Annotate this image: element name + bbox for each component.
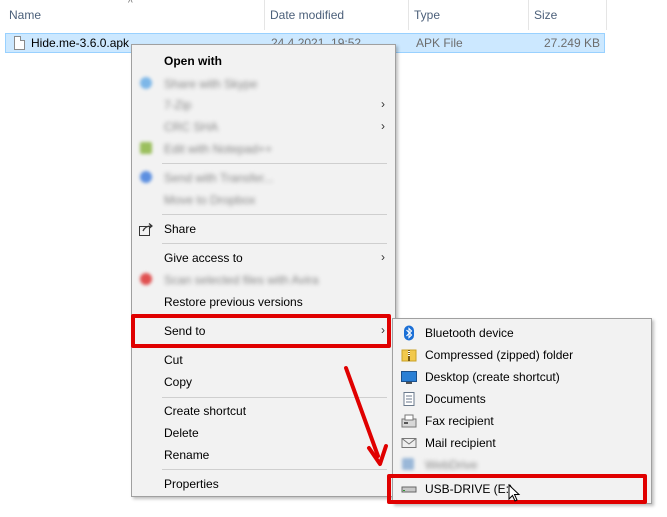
menu-separator bbox=[162, 163, 387, 164]
file-icon bbox=[14, 36, 25, 50]
submenu-item-label: Compressed (zipped) folder bbox=[425, 348, 574, 362]
menu-item-label: Edit with Notepad++ bbox=[164, 142, 273, 156]
menu-item-open-with[interactable]: Open with bbox=[132, 50, 395, 72]
sort-indicator-icon: ^ bbox=[128, 0, 133, 9]
column-header-bar: Name ^ Date modified Type Size bbox=[0, 0, 667, 30]
menu-item-label: Create shortcut bbox=[164, 404, 247, 418]
antivirus-icon bbox=[140, 273, 152, 285]
menu-item-label: Send with Transfer... bbox=[164, 171, 274, 185]
menu-item-blurred[interactable]: Edit with Notepad++ bbox=[132, 138, 395, 160]
menu-item-blurred[interactable]: Move to Dropbox bbox=[132, 189, 395, 211]
menu-item-label: Share bbox=[164, 222, 197, 236]
menu-item-label: 7-Zip bbox=[164, 98, 192, 112]
chevron-right-icon: › bbox=[381, 119, 385, 133]
submenu-item-label: Documents bbox=[425, 392, 486, 406]
chevron-right-icon: › bbox=[381, 97, 385, 111]
menu-item-label: Open with bbox=[164, 54, 222, 68]
drive-icon bbox=[402, 458, 414, 470]
file-name: Hide.me-3.6.0.apk bbox=[31, 36, 130, 50]
menu-item-share[interactable]: Share bbox=[132, 218, 395, 240]
submenu-item-mail[interactable]: Mail recipient bbox=[393, 432, 651, 454]
submenu-item-bluetooth[interactable]: Bluetooth device bbox=[393, 322, 651, 344]
bluetooth-icon bbox=[401, 325, 417, 341]
submenu-item-blurred[interactable]: WebDrive bbox=[393, 454, 651, 476]
submenu-item-label: Fax recipient bbox=[425, 414, 494, 428]
mail-icon bbox=[401, 435, 417, 451]
menu-item-label: Share with Skype bbox=[164, 77, 258, 91]
column-divider[interactable] bbox=[606, 0, 607, 30]
fax-icon bbox=[401, 413, 417, 429]
documents-icon bbox=[401, 391, 417, 407]
zip-folder-icon bbox=[401, 347, 417, 363]
submenu-item-label: Mail recipient bbox=[425, 436, 496, 450]
menu-item-give-access[interactable]: Give access to › bbox=[132, 247, 395, 269]
menu-item-label: Rename bbox=[164, 448, 210, 462]
notepad-icon bbox=[140, 142, 152, 154]
column-divider[interactable] bbox=[528, 0, 529, 30]
submenu-item-label: Bluetooth device bbox=[425, 326, 514, 340]
app-icon bbox=[140, 77, 152, 89]
menu-item-label: Give access to bbox=[164, 251, 243, 265]
menu-separator bbox=[162, 243, 387, 244]
menu-item-blurred[interactable]: Share with Skype bbox=[132, 73, 395, 95]
column-divider[interactable] bbox=[264, 0, 265, 30]
column-divider[interactable] bbox=[408, 0, 409, 30]
column-type-header[interactable]: Type bbox=[410, 0, 440, 30]
menu-item-label: Move to Dropbox bbox=[164, 193, 256, 207]
menu-item-label: CRC SHA bbox=[164, 120, 219, 134]
submenu-item-desktop-shortcut[interactable]: Desktop (create shortcut) bbox=[393, 366, 651, 388]
column-name-header[interactable]: Name bbox=[5, 0, 41, 30]
menu-item-label: Delete bbox=[164, 426, 199, 440]
submenu-item-label: WebDrive bbox=[425, 458, 478, 472]
menu-item-label: Restore previous versions bbox=[164, 295, 303, 309]
mouse-cursor-icon bbox=[508, 484, 521, 502]
menu-item-blurred[interactable]: CRC SHA › bbox=[132, 116, 395, 138]
menu-item-blurred[interactable]: Scan selected files with Avira bbox=[132, 269, 395, 291]
submenu-item-fax[interactable]: Fax recipient bbox=[393, 410, 651, 432]
transfer-icon bbox=[140, 171, 152, 183]
menu-item-blurred[interactable]: 7-Zip › bbox=[132, 94, 395, 116]
file-type: APK File bbox=[416, 36, 463, 50]
column-date-header[interactable]: Date modified bbox=[266, 0, 344, 30]
menu-item-label: Copy bbox=[164, 375, 193, 389]
menu-item-label: Scan selected files with Avira bbox=[164, 273, 319, 287]
submenu-item-label: Desktop (create shortcut) bbox=[425, 370, 560, 384]
menu-item-label: Cut bbox=[164, 353, 183, 367]
column-size-header[interactable]: Size bbox=[530, 0, 557, 30]
menu-item-restore-versions[interactable]: Restore previous versions bbox=[132, 291, 395, 313]
share-icon bbox=[138, 221, 154, 237]
red-arrow-icon bbox=[344, 366, 388, 466]
menu-separator bbox=[162, 214, 387, 215]
menu-item-label: Properties bbox=[164, 477, 219, 491]
submenu-item-documents[interactable]: Documents bbox=[393, 388, 651, 410]
menu-item-blurred[interactable]: Send with Transfer... bbox=[132, 167, 395, 189]
send-to-highlight-box bbox=[131, 314, 391, 348]
desktop-icon bbox=[401, 369, 417, 385]
file-size: 27.249 KB bbox=[543, 36, 600, 50]
chevron-right-icon: › bbox=[381, 250, 385, 264]
submenu-item-compressed-folder[interactable]: Compressed (zipped) folder bbox=[393, 344, 651, 366]
